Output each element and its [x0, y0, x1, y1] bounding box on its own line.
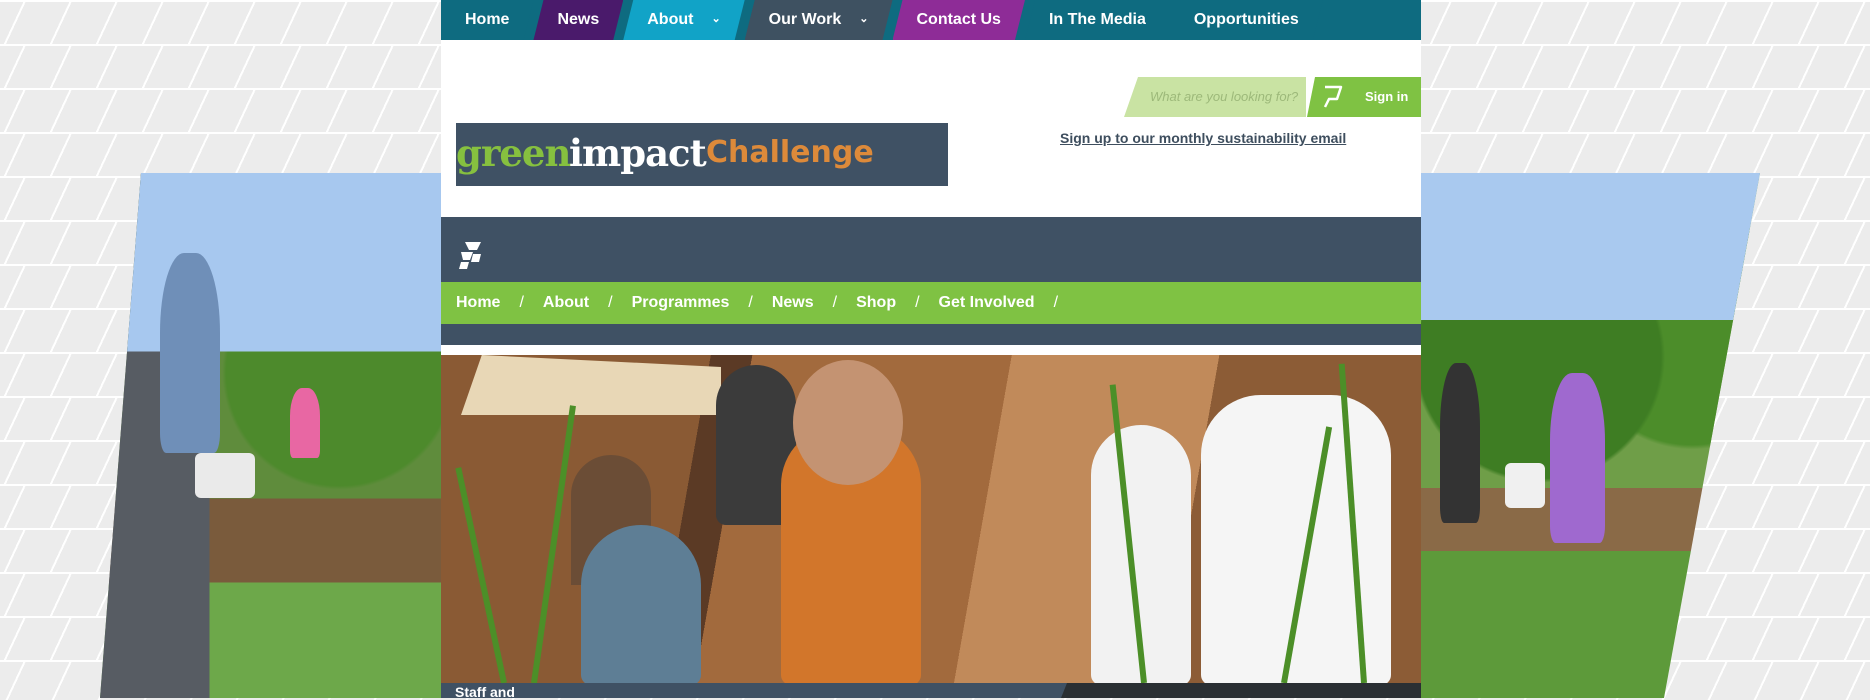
- topnav-label: News: [557, 11, 600, 28]
- brand-mark-icon[interactable]: [459, 240, 483, 270]
- logo-word-impact: impact: [569, 131, 707, 175]
- breadcrumb-separator: /: [608, 294, 613, 311]
- photo-bucket: [195, 453, 255, 498]
- photo-bucket: [1505, 463, 1545, 508]
- section-header-band: Home / About / Programmes / News / Shop …: [441, 217, 1421, 345]
- topnav-our-work[interactable]: Our Work ⌄: [745, 0, 893, 40]
- topnav-about[interactable]: About ⌄: [623, 0, 744, 40]
- side-photo-right: [1420, 173, 1760, 698]
- breadcrumb: Home / About / Programmes / News / Shop …: [441, 282, 1421, 324]
- breadcrumb-about[interactable]: About: [543, 294, 589, 312]
- topnav-contact-us[interactable]: Contact Us: [893, 0, 1025, 40]
- topnav-in-the-media[interactable]: In The Media: [1025, 0, 1170, 40]
- content-tab-secondary[interactable]: [1061, 683, 1421, 698]
- photo-figure: [160, 253, 220, 453]
- hero-image: [441, 355, 1421, 683]
- topnav-label: About: [647, 11, 694, 28]
- breadcrumb-home[interactable]: Home: [456, 294, 500, 312]
- logo-word-challenge: Challenge: [706, 135, 874, 170]
- breadcrumb-separator: /: [915, 294, 920, 311]
- breadcrumb-separator: /: [1053, 294, 1059, 311]
- topnav-label: Home: [465, 11, 510, 28]
- signin-button[interactable]: Sign in: [1307, 77, 1421, 117]
- chevron-down-icon[interactable]: ⌄: [859, 0, 868, 39]
- photo-shed-roof: [461, 355, 721, 415]
- breadcrumb-programmes[interactable]: Programmes: [632, 294, 730, 312]
- chevron-down-icon[interactable]: ⌄: [711, 0, 720, 39]
- breadcrumb-separator: /: [832, 294, 838, 311]
- logo-word-green: green: [456, 131, 571, 175]
- side-photo-left: [100, 173, 442, 698]
- breadcrumb-separator: /: [519, 294, 524, 311]
- search-input[interactable]: What are you looking for?: [1124, 77, 1306, 117]
- photo-figure: [1440, 363, 1480, 523]
- top-navigation: Home News About ⌄ Our Work ⌄ Contact Us In…: [441, 0, 1421, 40]
- photo-child: [290, 388, 320, 458]
- topnav-news[interactable]: News: [533, 0, 623, 40]
- breadcrumb-separator: /: [748, 294, 753, 311]
- topnav-label: Our Work: [768, 11, 842, 28]
- breadcrumb-shop[interactable]: Shop: [856, 294, 896, 312]
- content-tab-bar: Staff and: [441, 683, 1421, 700]
- photo-figure: [1550, 373, 1605, 543]
- photo-grass: [531, 405, 576, 683]
- topnav-label: Contact Us: [916, 11, 1001, 28]
- signin-label: Sign in: [1365, 89, 1409, 104]
- topnav-opportunities[interactable]: Opportunities: [1170, 0, 1323, 40]
- topnav-label: Opportunities: [1193, 11, 1299, 28]
- photo-grass: [455, 467, 507, 683]
- photo-face: [793, 360, 903, 485]
- topnav-home[interactable]: Home: [441, 0, 533, 40]
- signin-icon: [1323, 85, 1343, 108]
- photo-person: [581, 525, 701, 683]
- green-impact-logo[interactable]: green impact Challenge: [456, 123, 948, 186]
- newsletter-signup-link[interactable]: Sign up to our monthly sustainability em…: [1060, 130, 1346, 146]
- topnav-label: In The Media: [1048, 11, 1146, 28]
- breadcrumb-news[interactable]: News: [772, 294, 814, 312]
- breadcrumb-get-involved[interactable]: Get Involved: [939, 294, 1035, 312]
- main-page: Home News About ⌄ Our Work ⌄ Contact Us In…: [441, 0, 1421, 700]
